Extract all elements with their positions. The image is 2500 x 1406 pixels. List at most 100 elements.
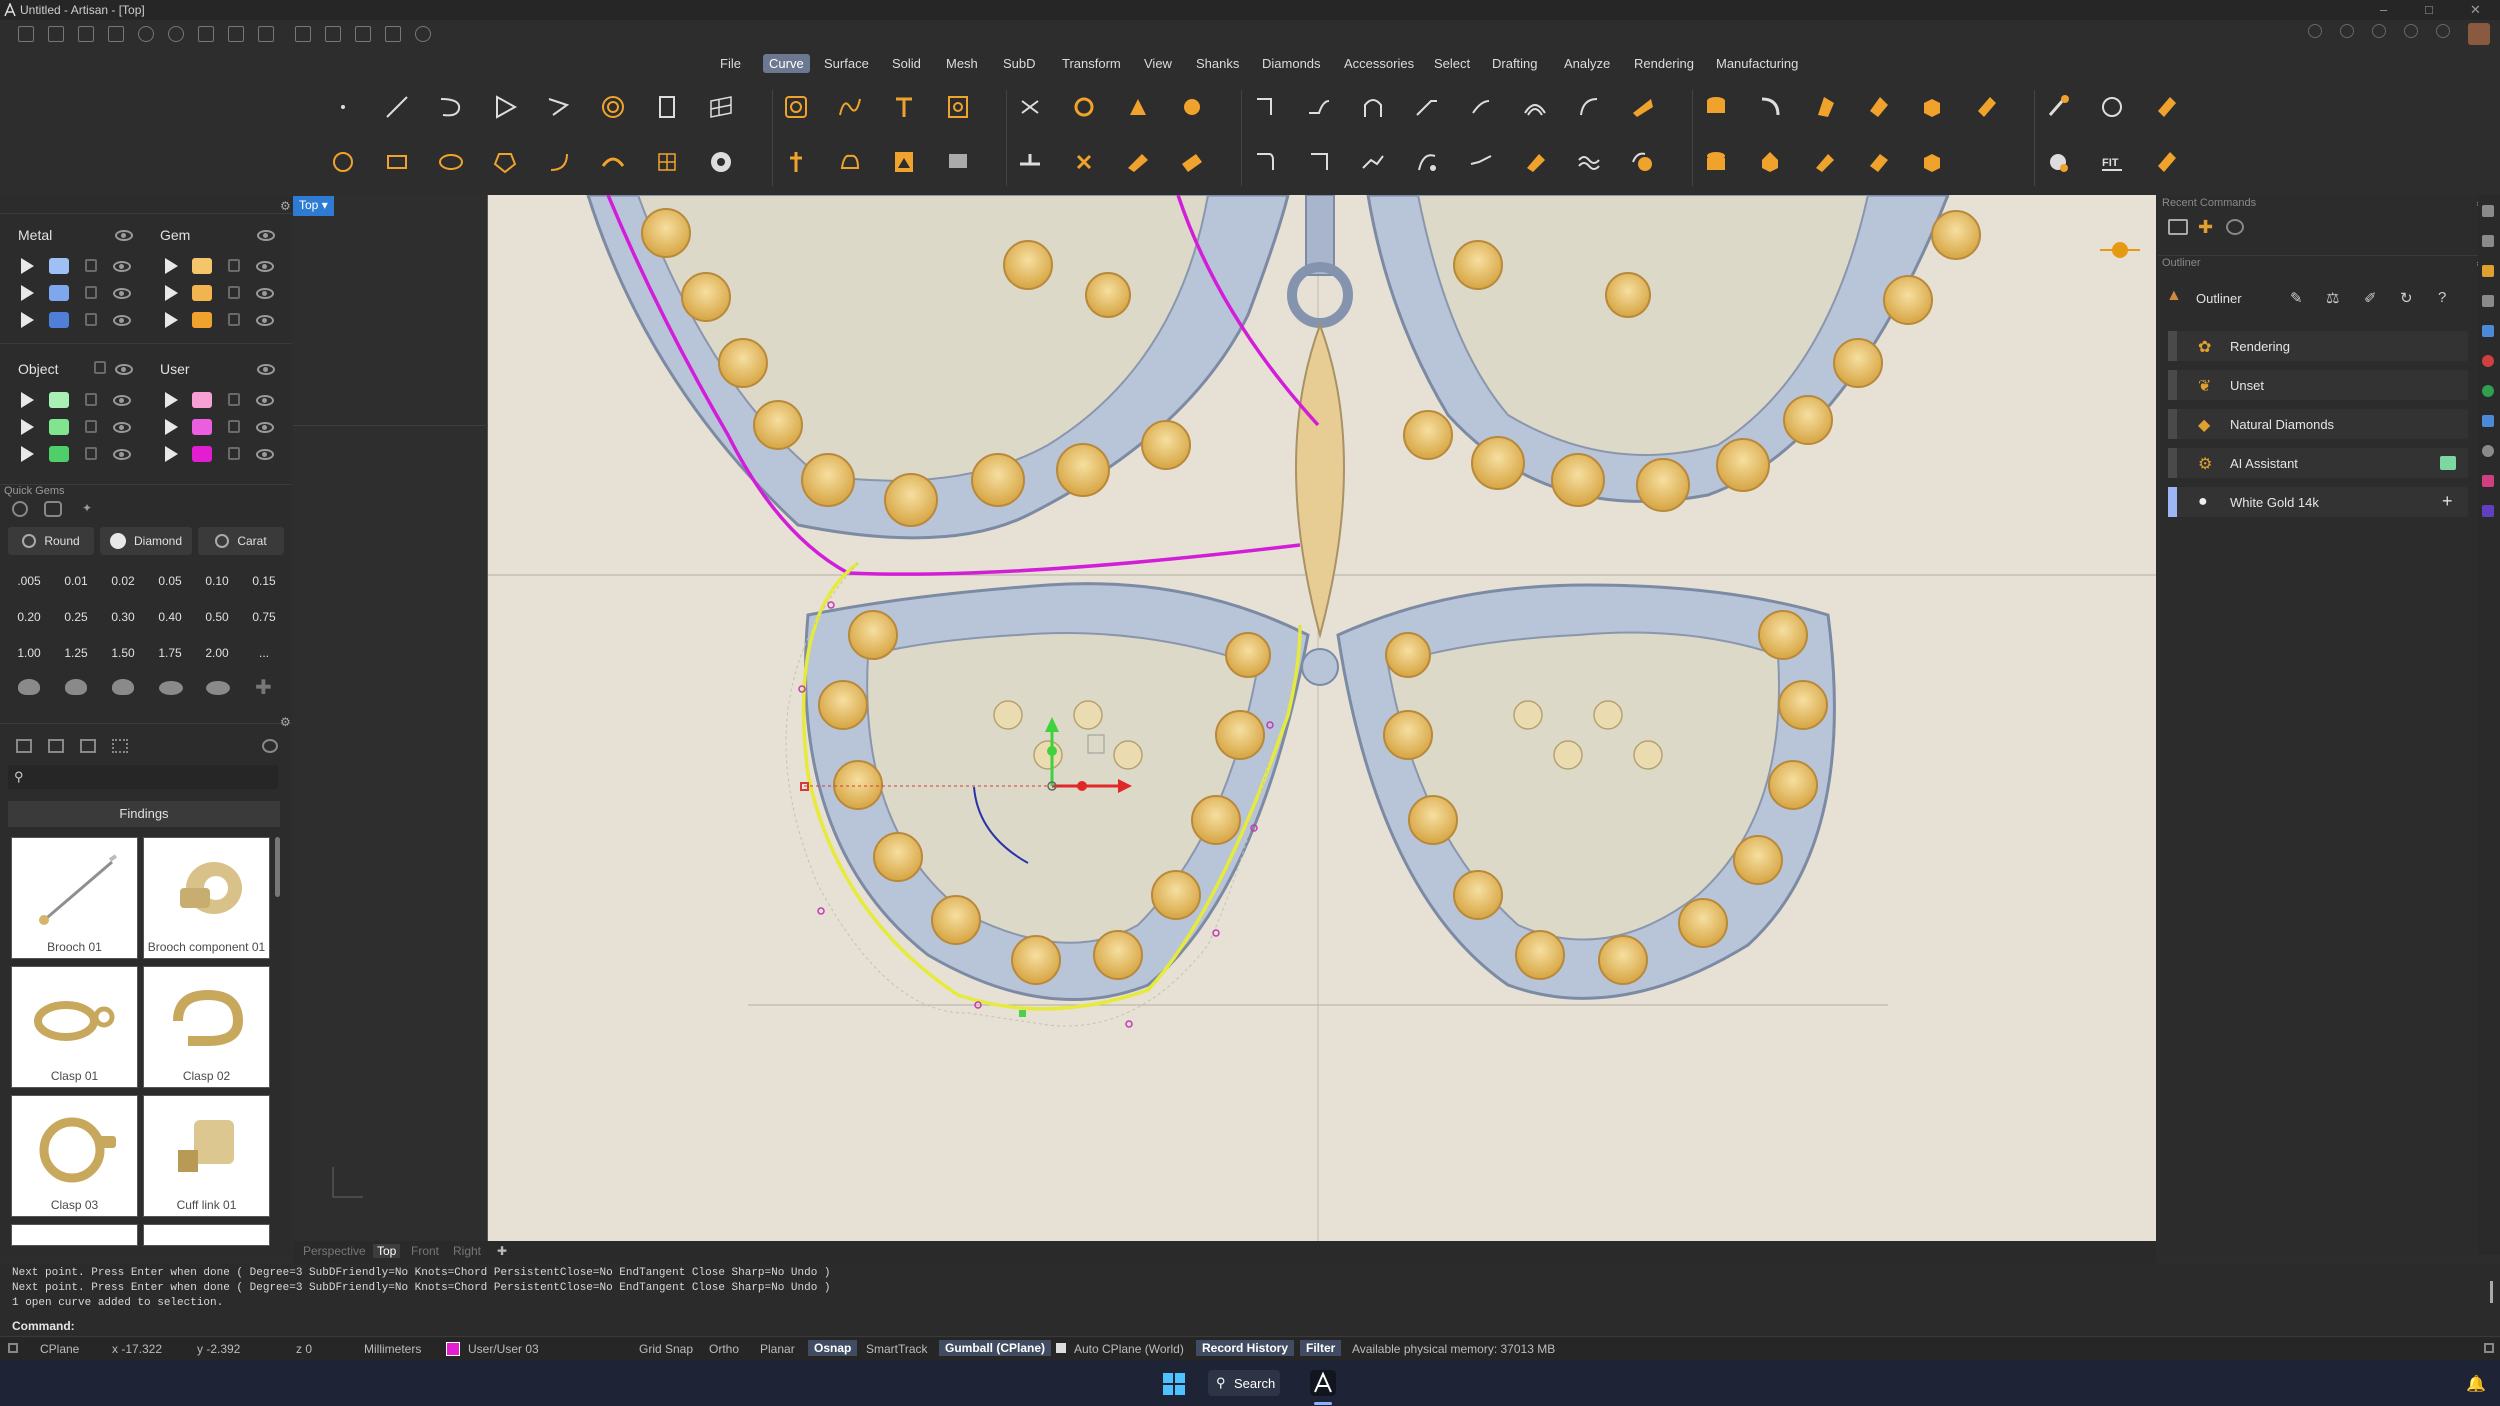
smarttrack-toggle[interactable]: SmartTrack xyxy=(866,1342,928,1356)
ellipse-tool-icon[interactable] xyxy=(431,142,471,182)
menu-diamonds[interactable]: Diamonds xyxy=(1256,54,1327,73)
outliner-help-icon[interactable]: ? xyxy=(2438,289,2446,306)
gem-oval-cut-icon[interactable] xyxy=(65,679,87,695)
align-icon[interactable] xyxy=(385,26,401,42)
eye-icon[interactable] xyxy=(113,288,131,299)
chamfer-tool-icon[interactable] xyxy=(1245,87,1285,127)
library-item[interactable]: Clasp 03 xyxy=(11,1095,138,1217)
gem-material-dropdown[interactable]: Diamond xyxy=(100,527,192,555)
hand-gem-icon[interactable] xyxy=(1623,142,1663,182)
gem-options-icon[interactable] xyxy=(44,501,62,517)
command-line[interactable]: Command: xyxy=(0,1317,2500,1335)
layer-color-swatch[interactable] xyxy=(192,446,212,462)
recent-command-1-icon[interactable] xyxy=(2168,219,2188,235)
layer-color-swatch[interactable] xyxy=(192,312,212,328)
eye-icon[interactable] xyxy=(113,395,131,406)
library-category-dropdown[interactable]: Findings xyxy=(8,801,280,827)
fit-view-icon[interactable]: FIT xyxy=(2092,142,2132,182)
corner-sharp-icon[interactable] xyxy=(1299,142,1339,182)
layers-panel-icon[interactable] xyxy=(2482,235,2494,247)
gem-size-button[interactable]: 0.01 xyxy=(55,567,97,595)
freeform-curve-icon[interactable] xyxy=(830,87,870,127)
layer-color-swatch[interactable] xyxy=(192,285,212,301)
line-tool-icon[interactable] xyxy=(377,87,417,127)
add-viewport-icon[interactable]: ✚ xyxy=(497,1244,507,1258)
taskbar-search[interactable]: ⚲ Search xyxy=(1208,1370,1280,1396)
outliner-refresh-icon[interactable]: ↻ xyxy=(2400,289,2413,307)
prong-tool-icon[interactable] xyxy=(1804,142,1844,182)
new-file-icon[interactable] xyxy=(18,26,34,42)
library-grid-icon[interactable] xyxy=(112,739,128,753)
auto-cplane-checkbox[interactable] xyxy=(1056,1343,1066,1353)
fit-curve-icon[interactable] xyxy=(1461,142,1501,182)
layer-color-swatch[interactable] xyxy=(49,392,69,408)
gem-size-button[interactable]: 0.75 xyxy=(243,603,285,631)
library-scrollbar[interactable] xyxy=(275,837,280,897)
extrude-tool-icon[interactable] xyxy=(1172,142,1212,182)
shape-tool-icon[interactable] xyxy=(776,87,816,127)
tab-perspective[interactable]: Perspective xyxy=(303,1244,366,1258)
current-layer[interactable]: User/User 03 xyxy=(468,1342,539,1356)
lock-icon[interactable] xyxy=(228,420,240,433)
library-item[interactable]: Cuff link 01 xyxy=(143,1095,270,1217)
wave-tool-icon[interactable] xyxy=(1569,142,1609,182)
save-icon[interactable] xyxy=(198,26,214,42)
user-avatar[interactable] xyxy=(2468,23,2490,45)
environment-icon[interactable] xyxy=(2482,385,2494,397)
pipe-tool-icon[interactable] xyxy=(1623,87,1663,127)
library-add-folder-icon[interactable] xyxy=(48,739,64,753)
artisan-app-icon[interactable] xyxy=(1310,1370,1336,1396)
named-views-icon[interactable] xyxy=(2482,445,2494,457)
play-icon[interactable] xyxy=(165,312,178,328)
outliner-edit-icon[interactable]: ✎ xyxy=(2290,289,2303,307)
gem-size-button[interactable]: 1.00 xyxy=(8,639,50,667)
library-item[interactable]: Clasp 02 xyxy=(143,966,270,1088)
grid-curve-icon[interactable] xyxy=(701,87,741,127)
play-icon[interactable] xyxy=(21,285,34,301)
ring-band-icon[interactable] xyxy=(1696,142,1736,182)
panel-toggle-right-icon[interactable] xyxy=(2484,1343,2494,1353)
explode-tool-icon[interactable] xyxy=(1064,142,1104,182)
library-gear-icon[interactable]: ⚙ xyxy=(280,715,291,729)
arch-tool-icon[interactable] xyxy=(1353,87,1393,127)
layer-color-swatch[interactable] xyxy=(192,258,212,274)
outliner-pencil-icon[interactable]: ✐ xyxy=(2364,289,2377,307)
export-icon[interactable] xyxy=(258,26,274,42)
layers-icon[interactable] xyxy=(2372,24,2386,38)
layer-color-swatch[interactable] xyxy=(49,258,69,274)
eye-icon[interactable] xyxy=(113,449,131,460)
library-search-input[interactable]: ⚲ xyxy=(8,765,278,789)
layer-group-user[interactable]: User xyxy=(160,361,190,377)
eye-icon[interactable] xyxy=(256,395,274,406)
snap-icon[interactable] xyxy=(355,26,371,42)
project-tool-icon[interactable] xyxy=(1118,142,1158,182)
eye-icon[interactable] xyxy=(256,449,274,460)
gem-size-button[interactable]: ... xyxy=(243,639,285,667)
rectangle-tool-icon[interactable] xyxy=(377,142,417,182)
extend-curve-icon[interactable] xyxy=(1407,87,1447,127)
gem-size-button[interactable]: 1.75 xyxy=(149,639,191,667)
gumball-toggle[interactable]: Gumball (CPlane) xyxy=(939,1340,1052,1356)
gem-settings-icon[interactable] xyxy=(12,501,28,517)
pave-tool-icon[interactable] xyxy=(1858,142,1898,182)
tab-right[interactable]: Right xyxy=(453,1244,481,1258)
gem-size-button[interactable]: 0.50 xyxy=(196,603,238,631)
play-icon[interactable] xyxy=(21,446,34,462)
lock-icon[interactable] xyxy=(85,447,97,460)
measure-icon[interactable] xyxy=(295,26,311,42)
gem-size-button[interactable]: 0.30 xyxy=(102,603,144,631)
library-item[interactable] xyxy=(11,1224,138,1246)
gem-shape-dropdown[interactable]: Round xyxy=(8,527,94,555)
interpolate-curve-icon[interactable] xyxy=(539,87,579,127)
eye-icon[interactable] xyxy=(257,364,275,375)
maximize-icon[interactable]: □ xyxy=(2425,2,2433,17)
lock-icon[interactable] xyxy=(85,313,97,326)
gem-size-button[interactable]: 0.40 xyxy=(149,603,191,631)
display-panel-icon[interactable] xyxy=(2482,295,2494,307)
gem-size-button[interactable]: 1.25 xyxy=(55,639,97,667)
settings-icon[interactable] xyxy=(415,26,431,42)
layer-color-swatch[interactable] xyxy=(49,285,69,301)
help-panel-icon[interactable] xyxy=(2482,325,2494,337)
text-tool-icon[interactable] xyxy=(884,87,924,127)
eye-icon[interactable] xyxy=(113,261,131,272)
